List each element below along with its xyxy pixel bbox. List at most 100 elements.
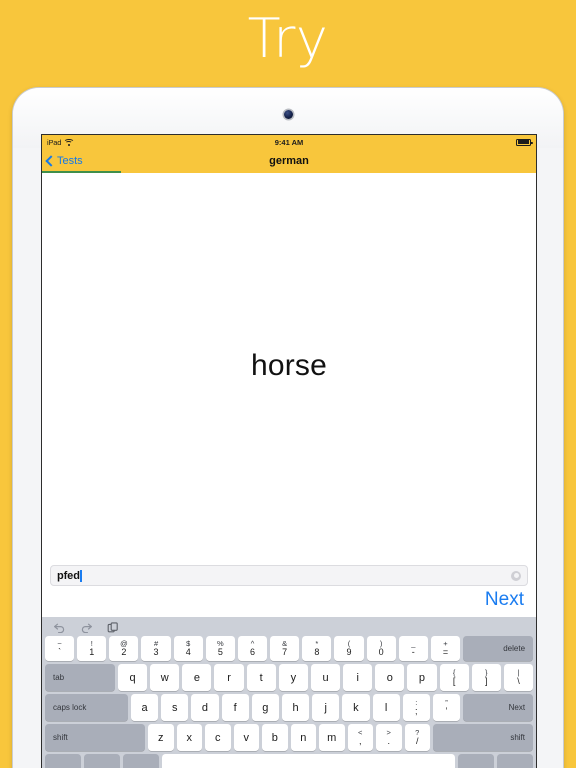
key-space[interactable] bbox=[162, 754, 455, 768]
key-option-left[interactable] bbox=[123, 754, 159, 768]
key-o[interactable]: o bbox=[375, 664, 405, 691]
redo-icon[interactable] bbox=[80, 622, 93, 633]
promo-title: Try bbox=[247, 7, 329, 70]
flashcard-area[interactable]: horse bbox=[42, 173, 536, 559]
key-e[interactable]: e bbox=[182, 664, 212, 691]
key-hyphen[interactable]: _ - bbox=[398, 636, 428, 661]
key-4[interactable]: $ 4 bbox=[173, 636, 203, 661]
key-i[interactable]: i bbox=[343, 664, 373, 691]
key-h[interactable]: h bbox=[281, 694, 310, 721]
key-m[interactable]: m bbox=[319, 724, 345, 751]
key-backslash[interactable]: | \ bbox=[503, 664, 534, 691]
navigation-bar: Tests german bbox=[42, 149, 536, 173]
key-tilde-backtick[interactable]: ~ ` bbox=[45, 636, 75, 661]
next-button[interactable]: Next bbox=[485, 589, 524, 611]
key-3[interactable]: # 3 bbox=[141, 636, 171, 661]
clear-icon[interactable] bbox=[511, 570, 521, 581]
key-d[interactable]: d bbox=[191, 694, 219, 721]
key-period[interactable]: > . bbox=[376, 724, 402, 751]
key-bracket-right[interactable]: } ] bbox=[471, 664, 501, 691]
key-caps-lock[interactable]: caps lock bbox=[45, 694, 128, 721]
key-p[interactable]: p bbox=[407, 664, 437, 691]
progress-bar-fill bbox=[42, 171, 122, 173]
key-7[interactable]: & 7 bbox=[270, 636, 300, 661]
key-w[interactable]: w bbox=[150, 664, 180, 691]
key-8[interactable]: * 8 bbox=[302, 636, 332, 661]
key-tab[interactable]: tab bbox=[45, 664, 115, 691]
key-0[interactable]: ) 0 bbox=[366, 636, 396, 661]
key-bottom-label: ` bbox=[58, 646, 62, 657]
progress-bar bbox=[42, 171, 536, 173]
key-r[interactable]: r bbox=[214, 664, 244, 691]
key-shift-left[interactable]: shift bbox=[45, 724, 145, 751]
status-time: 9:41 AM bbox=[274, 137, 304, 147]
key-g[interactable]: g bbox=[251, 694, 279, 721]
key-bottom-label: 5 bbox=[217, 646, 223, 657]
key-globe[interactable] bbox=[45, 754, 81, 768]
key-5[interactable]: % 5 bbox=[205, 636, 235, 661]
key-f[interactable]: f bbox=[221, 694, 249, 721]
key-n[interactable]: n bbox=[290, 724, 316, 751]
key-x[interactable]: x bbox=[176, 724, 202, 751]
key-hide-keyboard[interactable] bbox=[497, 754, 533, 768]
key-1[interactable]: ! 1 bbox=[77, 636, 107, 661]
answer-input[interactable]: pfed bbox=[50, 565, 528, 586]
battery-icon bbox=[516, 138, 533, 146]
key-slash[interactable]: ? / bbox=[404, 724, 430, 751]
wifi-icon bbox=[63, 139, 75, 146]
key-delete[interactable]: delete bbox=[463, 636, 534, 661]
key-bottom-label: 9 bbox=[346, 646, 352, 657]
page-title: german bbox=[269, 155, 309, 167]
back-button-label: Tests bbox=[57, 155, 83, 167]
undo-icon[interactable] bbox=[53, 622, 66, 633]
key-9[interactable]: ( 9 bbox=[334, 636, 364, 661]
key-semicolon[interactable]: : ; bbox=[402, 694, 430, 721]
key-comma[interactable]: < , bbox=[347, 724, 373, 751]
key-bottom-label: , bbox=[358, 735, 362, 746]
key-j[interactable]: j bbox=[312, 694, 340, 721]
onscreen-keyboard[interactable]: ~ ` ! 1 @ 2 # 3 $ 4 % 5 ^ 6 & 7 * 8 (9 … bbox=[42, 617, 536, 768]
key-2[interactable]: @ 2 bbox=[109, 636, 139, 661]
key-k[interactable]: k bbox=[342, 694, 370, 721]
key-bottom-label: 7 bbox=[282, 646, 288, 657]
key-bracket-left[interactable]: { [ bbox=[439, 664, 469, 691]
text-caret bbox=[80, 569, 82, 582]
key-bottom-label: [ bbox=[452, 675, 456, 686]
key-bottom-label: = bbox=[442, 646, 449, 657]
key-q[interactable]: q bbox=[118, 664, 148, 691]
back-button[interactable]: Tests bbox=[42, 155, 83, 167]
key-z[interactable]: z bbox=[148, 724, 174, 751]
answer-area: pfed Next bbox=[42, 559, 536, 617]
keyboard-row-modifiers bbox=[45, 754, 533, 768]
key-bottom-label: 6 bbox=[250, 646, 256, 657]
keyboard-row-qwerty: tab q w e r t y u i o p { [ } ] | \ bbox=[45, 664, 534, 691]
key-quote[interactable]: ” ’ bbox=[432, 694, 461, 721]
key-t[interactable]: t bbox=[246, 664, 276, 691]
status-bar-right bbox=[516, 138, 533, 146]
key-6[interactable]: ^ 6 bbox=[237, 636, 268, 661]
key-l[interactable]: l bbox=[372, 694, 400, 721]
key-bottom-label: 2 bbox=[121, 646, 127, 657]
keyboard-row-bottom-letters: shift z x c v b n m < , > . ? / shift bbox=[45, 724, 533, 751]
key-b[interactable]: b bbox=[262, 724, 288, 751]
key-bottom-label: 1 bbox=[89, 646, 95, 657]
key-equals[interactable]: + = bbox=[430, 636, 461, 661]
key-shift-right[interactable]: shift bbox=[433, 724, 533, 751]
key-bottom-label: ] bbox=[485, 675, 488, 686]
key-control[interactable] bbox=[84, 754, 120, 768]
key-bottom-label: 3 bbox=[153, 646, 159, 657]
key-bottom-label: 8 bbox=[314, 646, 320, 657]
key-a[interactable]: a bbox=[131, 694, 159, 721]
key-c[interactable]: c bbox=[205, 724, 231, 751]
key-v[interactable]: v bbox=[233, 724, 259, 751]
keyboard-toolbar bbox=[45, 619, 533, 636]
chevron-left-icon bbox=[45, 155, 57, 167]
key-s[interactable]: s bbox=[161, 694, 189, 721]
paste-icon[interactable] bbox=[107, 621, 119, 634]
key-u[interactable]: u bbox=[310, 664, 341, 691]
key-bottom-label: / bbox=[415, 735, 419, 746]
key-return-next[interactable]: Next bbox=[463, 694, 534, 721]
key-y[interactable]: y bbox=[278, 664, 308, 691]
key-bottom-label: ’ bbox=[445, 705, 448, 716]
key-option-right[interactable] bbox=[458, 754, 494, 768]
